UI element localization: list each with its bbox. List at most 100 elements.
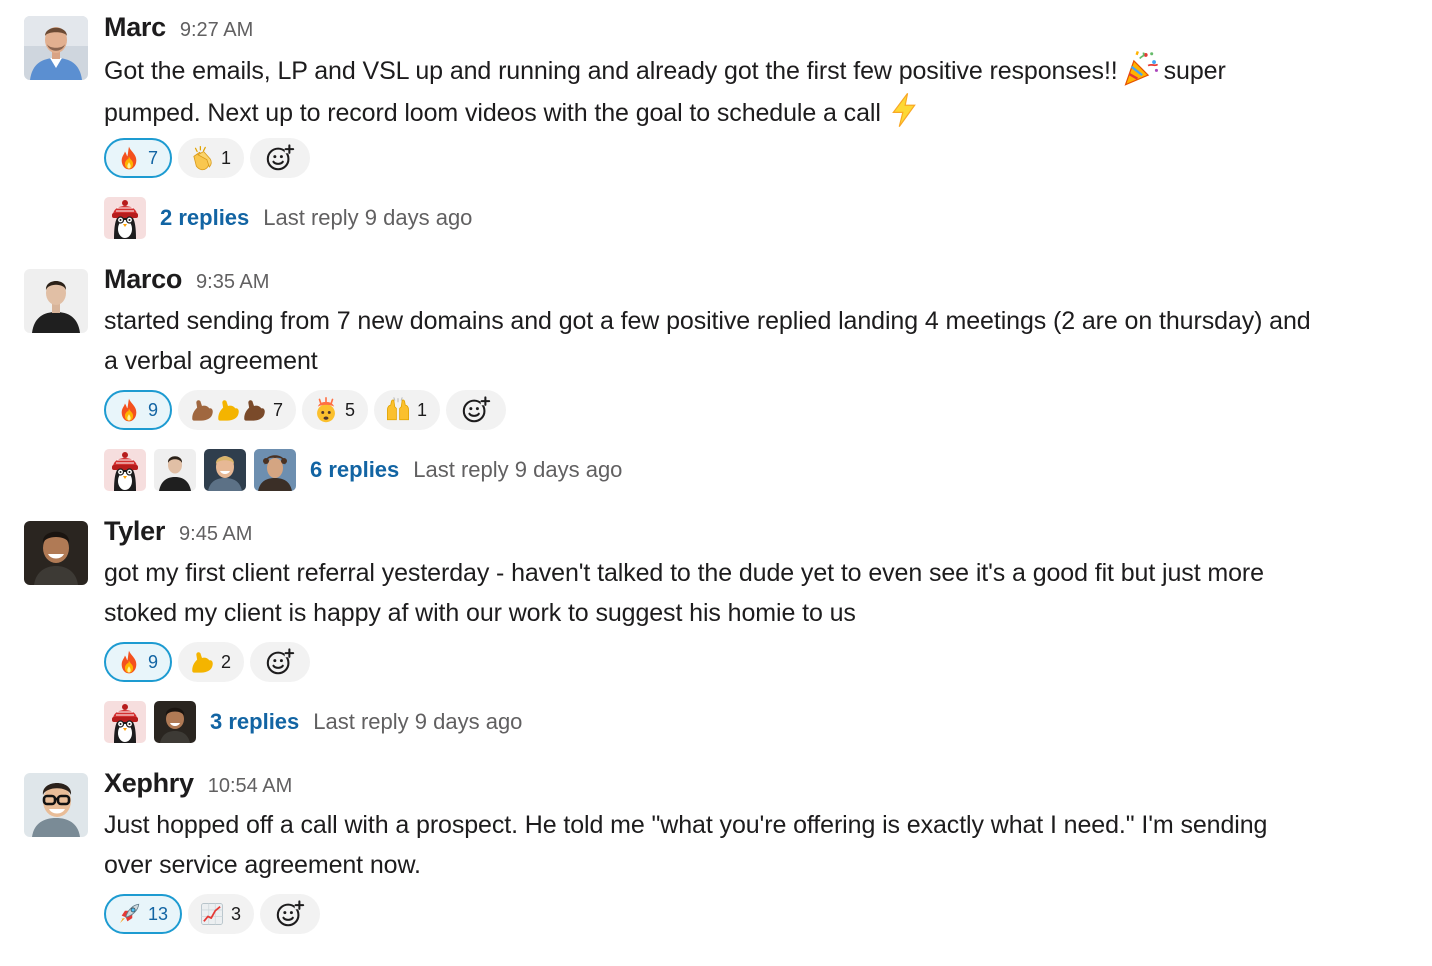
reaction-exploding-head[interactable]: 5 <box>302 390 369 430</box>
reaction-count: 9 <box>148 399 159 420</box>
last-reply-text: Last reply 9 days ago <box>263 205 473 230</box>
avatar[interactable] <box>24 773 88 837</box>
reaction-bar: 13 3 <box>104 893 321 935</box>
man-in-blue-shirt-avatar <box>24 16 88 80</box>
sender-name[interactable]: Marco <box>104 264 182 295</box>
message-line: Got the emails, LP and VSL up and runnin… <box>104 57 1118 85</box>
reply-avatar <box>104 701 146 743</box>
reaction-clap[interactable]: 1 <box>178 138 245 178</box>
reply-avatar <box>104 197 146 239</box>
message-line: super <box>1163 57 1226 85</box>
reaction-count: 1 <box>221 147 232 168</box>
reaction-fire[interactable]: 9 <box>104 390 173 430</box>
message-header: Marco 9:35 AM <box>104 264 269 296</box>
reaction-raising-hands[interactable]: 1 <box>374 390 441 430</box>
timestamp[interactable]: 10:54 AM <box>208 775 293 798</box>
man-with-glasses-avatar <box>24 773 88 837</box>
add-emoji-icon <box>275 899 305 929</box>
reaction-count: 2 <box>221 651 232 672</box>
lightning-bolt-icon <box>885 91 923 129</box>
reaction-bar: 9 2 <box>104 641 311 683</box>
man-in-black-shirt-avatar <box>154 449 196 491</box>
reaction-bar: 9 7 5 1 <box>104 389 507 431</box>
add-reaction-button[interactable] <box>250 138 311 178</box>
timestamp[interactable]: 9:27 AM <box>180 19 253 42</box>
penguin-beanie-avatar <box>104 449 146 491</box>
reaction-muscle-trio[interactable]: 7 <box>178 390 297 430</box>
reply-avatar <box>204 449 246 491</box>
sender-name[interactable]: Marc <box>104 12 166 43</box>
flexed-biceps-icon <box>215 397 241 423</box>
message-line: stoked my client is happy af with our wo… <box>104 599 856 627</box>
exploding-head-icon <box>313 397 339 423</box>
penguin-beanie-avatar <box>104 197 146 239</box>
message-header: Tyler 9:45 AM <box>104 516 252 548</box>
reaction-fire[interactable]: 7 <box>104 138 173 178</box>
replies-link[interactable]: 6 replies <box>310 457 399 483</box>
avatar[interactable] <box>24 521 88 585</box>
flexed-biceps-trio-icon <box>189 397 267 423</box>
message-line: started sending from 7 new domains and g… <box>104 307 1311 335</box>
last-reply-text: Last reply 9 days ago <box>413 457 623 482</box>
add-reaction-button[interactable] <box>260 894 321 934</box>
timestamp[interactable]: 9:35 AM <box>196 271 269 294</box>
flexed-biceps-icon <box>241 397 267 423</box>
message-line: pumped. Next up to record loom videos wi… <box>104 99 881 127</box>
man-in-black-shirt-avatar <box>24 269 88 333</box>
clapping-hands-icon <box>189 145 215 171</box>
thread-summary[interactable]: 2 replies Last reply 9 days ago <box>104 197 472 239</box>
replies-link[interactable]: 2 replies <box>160 205 249 231</box>
fire-icon <box>116 145 142 171</box>
avatar[interactable] <box>24 269 88 333</box>
reply-avatar <box>254 449 296 491</box>
raising-hands-icon <box>385 397 411 423</box>
sender-name[interactable]: Xephry <box>104 768 194 799</box>
fire-icon <box>116 649 142 675</box>
penguin-beanie-avatar <box>104 701 146 743</box>
curly-hair-man-avatar <box>254 449 296 491</box>
message-line: got my first client referral yesterday -… <box>104 559 1264 587</box>
reply-avatar <box>154 449 196 491</box>
message-header: Xephry 10:54 AM <box>104 768 292 800</box>
blond-man-avatar <box>204 449 246 491</box>
timestamp[interactable]: 9:45 AM <box>179 523 252 546</box>
thread-summary[interactable]: 6 replies Last reply 9 days ago <box>104 449 622 491</box>
reaction-chart[interactable]: 3 <box>188 894 255 934</box>
message-text: got my first client referral yesterday -… <box>104 553 1414 633</box>
reply-avatar <box>104 449 146 491</box>
message-text: started sending from 7 new domains and g… <box>104 301 1414 381</box>
last-reply-text: Last reply 9 days ago <box>313 709 523 734</box>
add-emoji-icon <box>461 395 491 425</box>
fire-icon <box>116 397 142 423</box>
reaction-count: 7 <box>273 399 284 420</box>
message-header: Marc 9:27 AM <box>104 12 253 44</box>
message-line: over service agreement now. <box>104 851 421 879</box>
sender-name[interactable]: Tyler <box>104 516 165 547</box>
message-text: Just hopped off a call with a prospect. … <box>104 805 1414 885</box>
reply-avatar <box>154 701 196 743</box>
chart-increasing-icon <box>199 901 225 927</box>
message-line: a verbal agreement <box>104 347 318 375</box>
flexed-biceps-icon <box>189 397 215 423</box>
add-reaction-button[interactable] <box>446 390 507 430</box>
message-line: Just hopped off a call with a prospect. … <box>104 811 1268 839</box>
reaction-rocket[interactable]: 13 <box>104 894 183 934</box>
add-emoji-icon <box>265 647 295 677</box>
reaction-count: 3 <box>231 903 242 924</box>
party-popper-icon <box>1122 49 1160 87</box>
reaction-count: 1 <box>417 399 428 420</box>
thread-summary[interactable]: 3 replies Last reply 9 days ago <box>104 701 522 743</box>
add-reaction-button[interactable] <box>250 642 311 682</box>
avatar[interactable] <box>24 16 88 80</box>
reaction-count: 13 <box>148 903 169 924</box>
smiling-man-dark-avatar <box>24 521 88 585</box>
replies-link[interactable]: 3 replies <box>210 709 299 735</box>
reaction-muscle[interactable]: 2 <box>178 642 245 682</box>
add-emoji-icon <box>265 143 295 173</box>
flexed-biceps-icon <box>189 649 215 675</box>
rocket-icon <box>116 901 142 927</box>
reaction-fire[interactable]: 9 <box>104 642 173 682</box>
reaction-count: 9 <box>148 651 159 672</box>
reaction-count: 7 <box>148 147 159 168</box>
reaction-count: 5 <box>345 399 356 420</box>
